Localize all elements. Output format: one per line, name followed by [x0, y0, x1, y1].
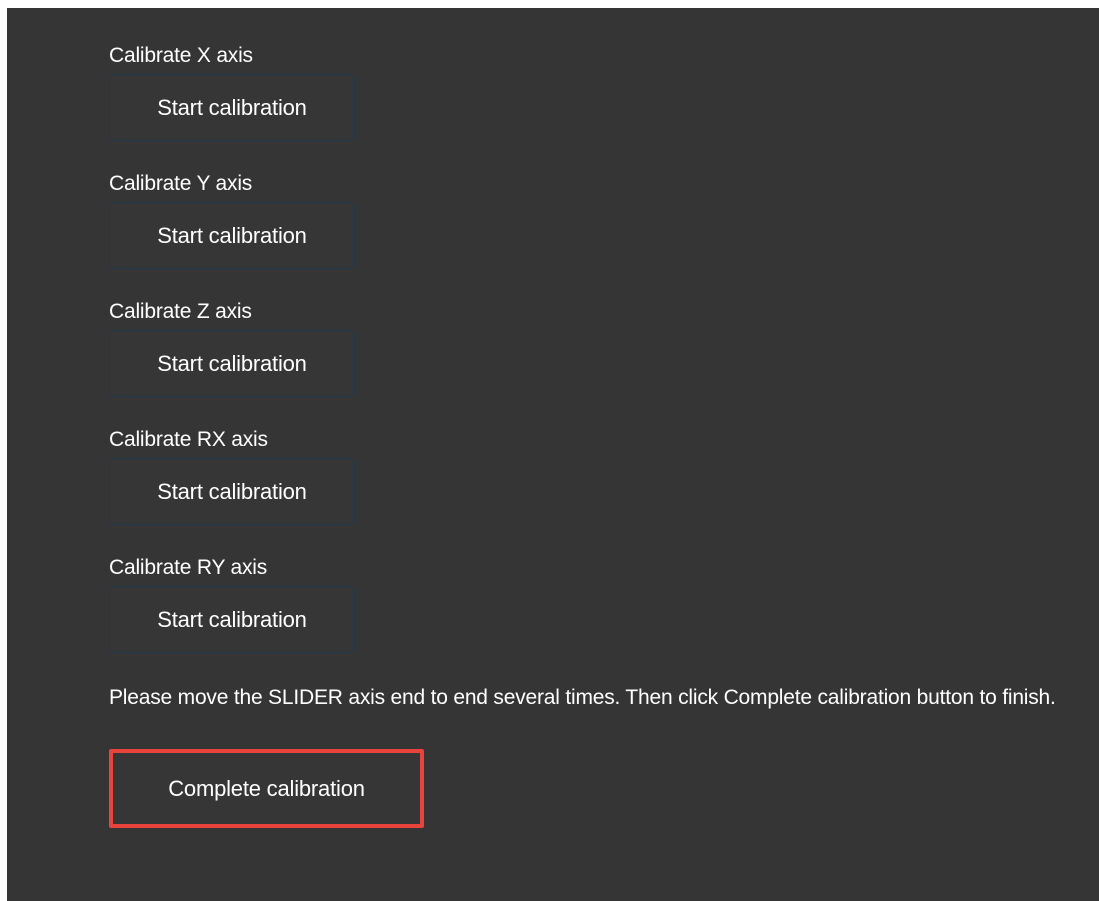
calibration-panel: Calibrate X axis Start calibration Calib…: [7, 8, 1099, 901]
calibrate-rx-axis-label: Calibrate RX axis: [109, 428, 268, 451]
start-calibration-rx-button[interactable]: Start calibration: [109, 458, 355, 525]
calibrate-y-axis-label: Calibrate Y axis: [109, 172, 253, 195]
calibrate-z-axis-label: Calibrate Z axis: [109, 300, 252, 323]
start-calibration-x-button[interactable]: Start calibration: [109, 74, 355, 141]
calibrate-x-axis-label: Calibrate X axis: [109, 44, 253, 67]
complete-calibration-button[interactable]: Complete calibration: [109, 749, 424, 828]
start-calibration-ry-button[interactable]: Start calibration: [109, 586, 355, 653]
calibrate-ry-axis-label: Calibrate RY axis: [109, 556, 268, 579]
start-calibration-z-button[interactable]: Start calibration: [109, 330, 355, 397]
slider-calibration-instructions: Please move the SLIDER axis end to end s…: [109, 686, 1056, 709]
start-calibration-y-button[interactable]: Start calibration: [109, 202, 355, 269]
